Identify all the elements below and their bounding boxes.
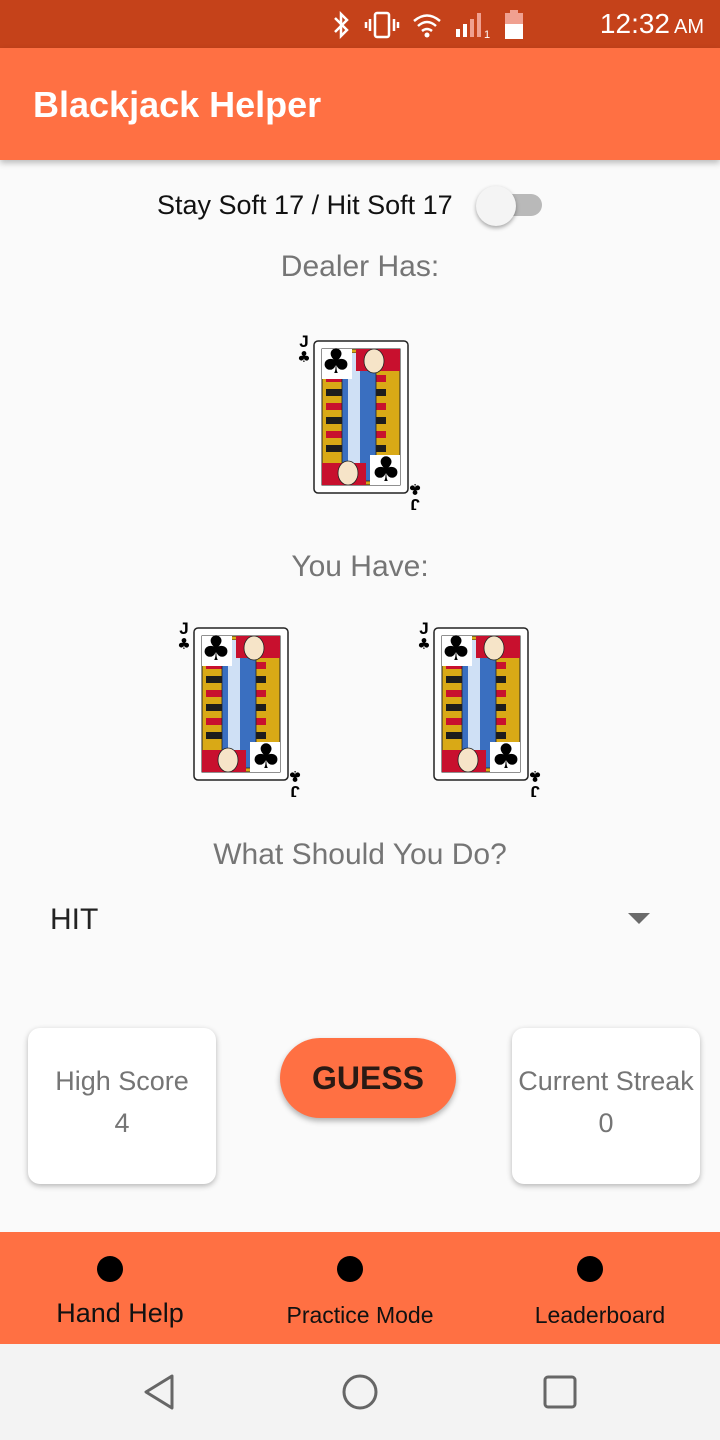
player-card-2: ♣♣J♣J♣: [417, 619, 541, 797]
svg-text:♣: ♣: [251, 737, 281, 777]
action-dropdown[interactable]: HIT: [0, 885, 720, 955]
leaderboard-icon: [577, 1256, 603, 1282]
dealer-label: Dealer Has:: [280, 250, 440, 283]
svg-text:♣: ♣: [201, 629, 231, 669]
home-icon[interactable]: [340, 1372, 380, 1412]
vibrate-icon: [364, 11, 400, 39]
toggle-thumb: [476, 186, 516, 226]
nav-item-hand-help[interactable]: Hand Help: [0, 1232, 240, 1344]
high-score-value: 4: [114, 1108, 130, 1138]
current-streak-label: Current Streak: [518, 1066, 694, 1096]
svg-text:♣: ♣: [528, 767, 541, 785]
high-score-label: High Score: [55, 1066, 189, 1096]
status-clock: 12:32 AM: [599, 8, 704, 39]
nav-label-leaderboard: Leaderboard: [534, 1302, 666, 1328]
soft17-label: Stay Soft 17 / Hit Soft 17: [157, 190, 453, 220]
wifi-icon: [413, 14, 441, 38]
high-score-card: High Score 4: [28, 1028, 216, 1184]
action-selected-value: HIT: [50, 903, 99, 936]
system-nav-bar: [0, 1344, 720, 1440]
svg-text:♣: ♣: [491, 737, 521, 777]
status-bar: 1 12:32 AM: [0, 0, 720, 48]
dealer-card: ♣♣J♣J♣: [297, 332, 421, 510]
practice-mode-icon: [337, 1256, 363, 1282]
nav-item-leaderboard[interactable]: Leaderboard: [480, 1232, 720, 1344]
svg-text:♣: ♣: [177, 635, 190, 653]
svg-text:♣: ♣: [297, 348, 310, 366]
soft17-toggle[interactable]: [476, 184, 542, 228]
svg-text:♣: ♣: [321, 342, 351, 382]
nav-label-practice-mode: Practice Mode: [286, 1302, 434, 1328]
status-icons: 1: [330, 10, 524, 40]
player-label: You Have:: [291, 550, 429, 583]
svg-text:♣: ♣: [288, 767, 301, 785]
app-bar: Blackjack Helper: [0, 48, 720, 160]
bluetooth-icon: [334, 11, 349, 39]
soft17-setting: Stay Soft 17 / Hit Soft 17: [0, 184, 720, 228]
current-streak-value: 0: [598, 1108, 614, 1138]
action-prompt: What Should You Do?: [213, 838, 507, 871]
app-title: Blackjack Helper: [33, 84, 322, 125]
guess-button[interactable]: GUESS: [280, 1038, 456, 1118]
back-icon[interactable]: [140, 1372, 180, 1412]
cell-signal-icon: 1: [456, 13, 490, 39]
svg-text:♣: ♣: [371, 450, 401, 490]
nav-item-practice-mode[interactable]: Practice Mode: [240, 1232, 480, 1344]
bottom-nav: Hand Help Practice Mode Leaderboard: [0, 1232, 720, 1344]
hand-help-icon: [97, 1256, 123, 1282]
dropdown-arrow-icon: [628, 913, 650, 924]
recents-icon[interactable]: [540, 1372, 580, 1412]
svg-text:♣: ♣: [408, 480, 421, 498]
battery-icon: [505, 10, 523, 39]
svg-text:♣: ♣: [441, 629, 471, 669]
svg-text:♣: ♣: [417, 635, 430, 653]
svg-text:1: 1: [484, 29, 490, 39]
player-card-1: ♣♣J♣J♣: [177, 619, 301, 797]
nav-label-hand-help: Hand Help: [56, 1298, 184, 1328]
current-streak-card: Current Streak 0: [512, 1028, 700, 1184]
